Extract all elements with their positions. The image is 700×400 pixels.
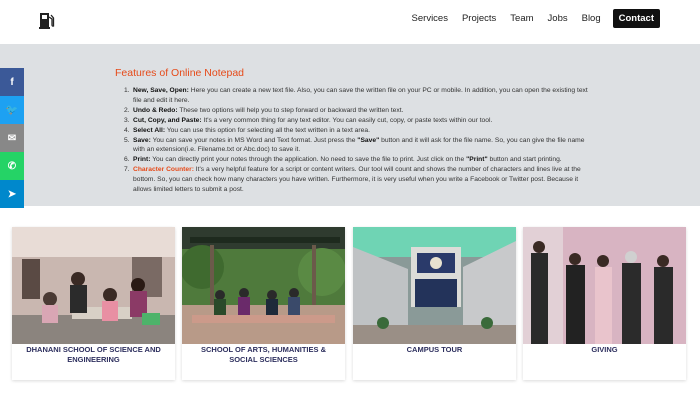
card-caption: SCHOOL OF ARTS, HUMANITIES & SOCIAL SCIE… [200,345,326,364]
card-caption: CAMPUS TOUR [406,345,463,354]
card-science-engineering[interactable]: DHANANI SCHOOL OF SCIENCE AND ENGINEERIN… [12,227,175,380]
nav-blog[interactable]: Blog [582,10,601,28]
feature-item: 7. Character Counter: It's a very helpful… [124,166,581,194]
arts-photo [182,227,345,344]
card-campus-tour[interactable]: CAMPUS TOUR [353,227,516,380]
fuel-pump-icon[interactable] [39,11,55,29]
telegram-share[interactable]: ➤ [0,180,24,208]
school-cards: DHANANI SCHOOL OF SCIENCE AND ENGINEERIN… [12,227,688,381]
card-arts-humanities[interactable]: SCHOOL OF ARTS, HUMANITIES & SOCIAL SCIE… [182,227,345,380]
telegram-icon: ➤ [7,188,17,200]
facebook-icon: f [10,76,14,88]
feature-item: 6. Print: You can directly print your not… [124,156,562,164]
twitter-icon: 🐦 [5,104,19,116]
email-icon: ✉ [7,132,17,144]
card-caption: GIVING [591,345,618,354]
features-list: 1. New, Save, Open: Here you can create a… [124,86,588,195]
feature-item: 3. Cut, Copy, and Paste: It's a very comm… [124,116,493,124]
nav-jobs[interactable]: Jobs [548,10,568,28]
contact-button[interactable]: Contact [612,9,660,28]
campus-photo [353,227,516,344]
email-share[interactable]: ✉ [0,124,24,152]
lab-photo [12,227,175,344]
card-caption: DHANANI SCHOOL OF SCIENCE AND ENGINEERIN… [26,345,161,364]
section-title: Features of Online Notepad [115,67,244,79]
card-giving[interactable]: GIVING [523,227,686,380]
top-navbar: Services Projects Team Jobs Blog Contact [0,0,700,44]
giving-photo [523,227,686,344]
nav-projects[interactable]: Projects [462,10,496,28]
notepad-features-section: Features of Online Notepad 1. New, Save, … [0,44,700,206]
feature-item: 2. Undo & Redo: These two options will he… [124,106,404,114]
feature-item: 4. Select All: You can use this option fo… [124,126,370,134]
whatsapp-share[interactable]: ✆ [0,152,24,180]
main-menu: Services Projects Team Jobs Blog Contact [398,9,660,28]
whatsapp-icon: ✆ [7,160,17,172]
nav-team[interactable]: Team [510,10,533,28]
nav-services[interactable]: Services [412,10,448,28]
facebook-share[interactable]: f [0,68,24,96]
twitter-share[interactable]: 🐦 [0,96,24,124]
feature-item: 5. Save: You can save your notes in MS Wo… [124,136,585,154]
feature-item: 1. New, Save, Open: Here you can create a… [124,87,588,104]
